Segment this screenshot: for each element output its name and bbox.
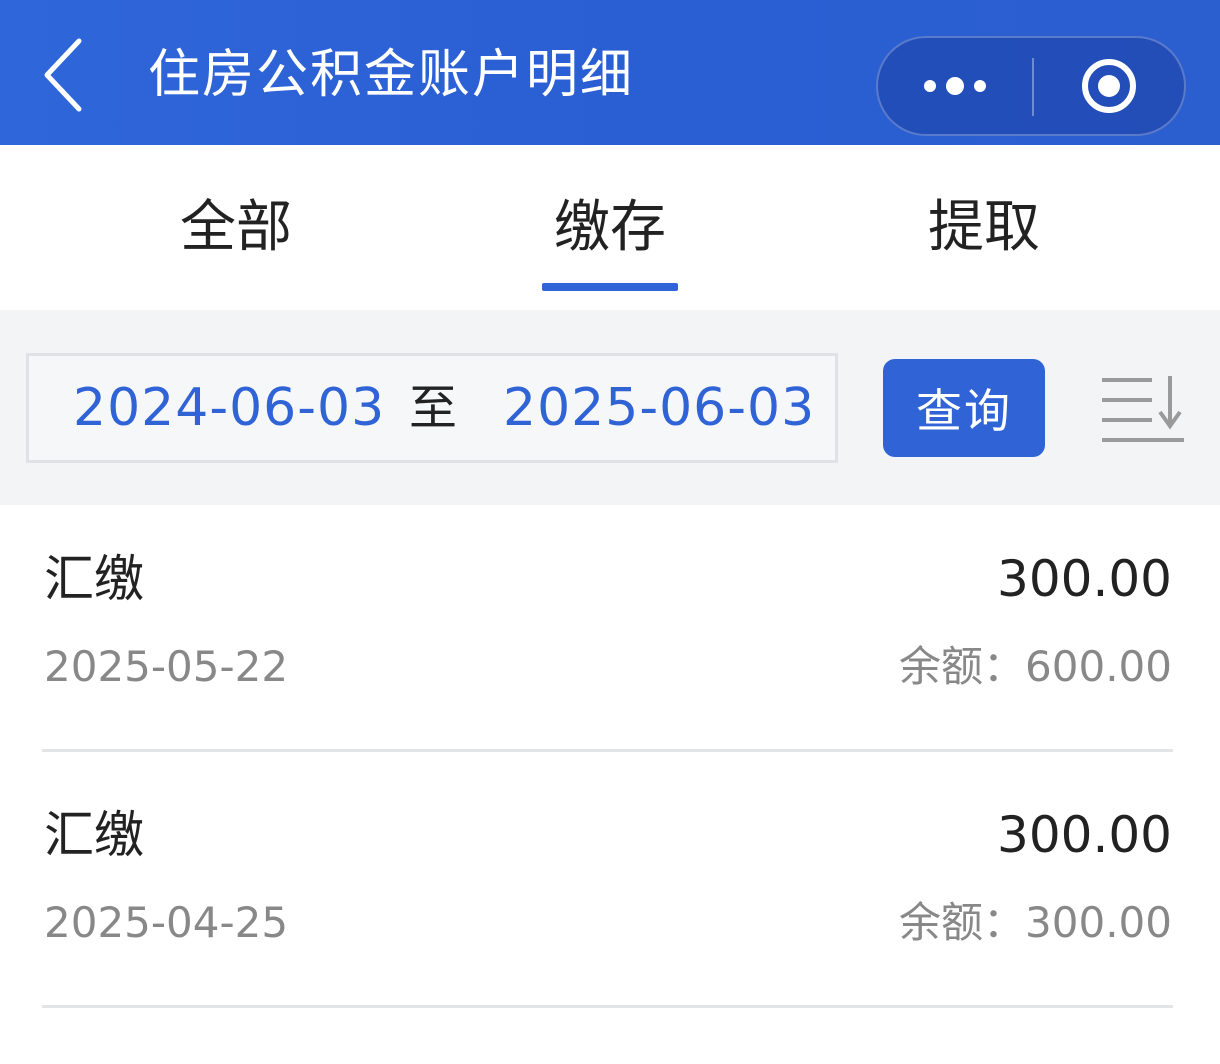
active-tab-indicator [542,283,678,291]
filter-bar: 2024-06-03 至 2025-06-03 查询 [0,310,1220,505]
back-button[interactable] [28,30,98,120]
start-date[interactable]: 2024-06-03 [73,356,385,460]
record-date: 2025-04-25 [44,898,289,947]
tab-withdraw[interactable]: 提取 [834,145,1134,310]
tab-bar: 全部 缴存 提取 [0,145,1220,310]
balance-label: 余额： [899,642,1026,691]
list-item[interactable]: 汇缴 300.00 2025-04-25 余额：300.00 [0,761,1220,1017]
balance-value: 300.00 [1025,898,1172,947]
more-button[interactable] [878,38,1032,134]
sort-descending-icon [1102,376,1184,442]
balance-label: 余额： [899,898,1026,947]
tab-all[interactable]: 全部 [86,145,386,310]
record-type: 汇缴 [44,550,144,608]
date-range-picker: 2024-06-03 至 2025-06-03 [26,353,838,463]
record-balance: 余额：300.00 [899,895,1172,951]
query-button[interactable]: 查询 [883,359,1045,457]
balance-value: 600.00 [1025,642,1172,691]
row-divider [42,1005,1173,1008]
list-item[interactable]: 汇缴 300.00 2025-05-22 余额：600.00 [0,505,1220,761]
row-divider [42,749,1173,752]
record-amount: 300.00 [997,806,1172,864]
date-separator: 至 [409,380,458,436]
end-date[interactable]: 2025-06-03 [503,356,815,460]
nav-header: 住房公积金账户明细 [0,0,1220,145]
record-balance: 余额：600.00 [899,639,1172,695]
target-close-icon [1082,59,1136,113]
page-title: 住房公积金账户明细 [148,45,635,105]
chevron-left-icon [44,38,82,112]
record-type: 汇缴 [44,806,144,864]
page: 住房公积金账户明细 全部 缴存 提取 2024-06-03 至 2025-06-… [0,0,1220,1064]
more-dots-icon [924,77,986,95]
record-amount: 300.00 [997,550,1172,608]
close-button[interactable] [1034,38,1184,134]
sort-button[interactable] [1098,372,1188,452]
record-date: 2025-05-22 [44,642,289,691]
mini-program-capsule [876,36,1186,136]
record-list: 汇缴 300.00 2025-05-22 余额：600.00 汇缴 300.00… [0,505,1220,1017]
